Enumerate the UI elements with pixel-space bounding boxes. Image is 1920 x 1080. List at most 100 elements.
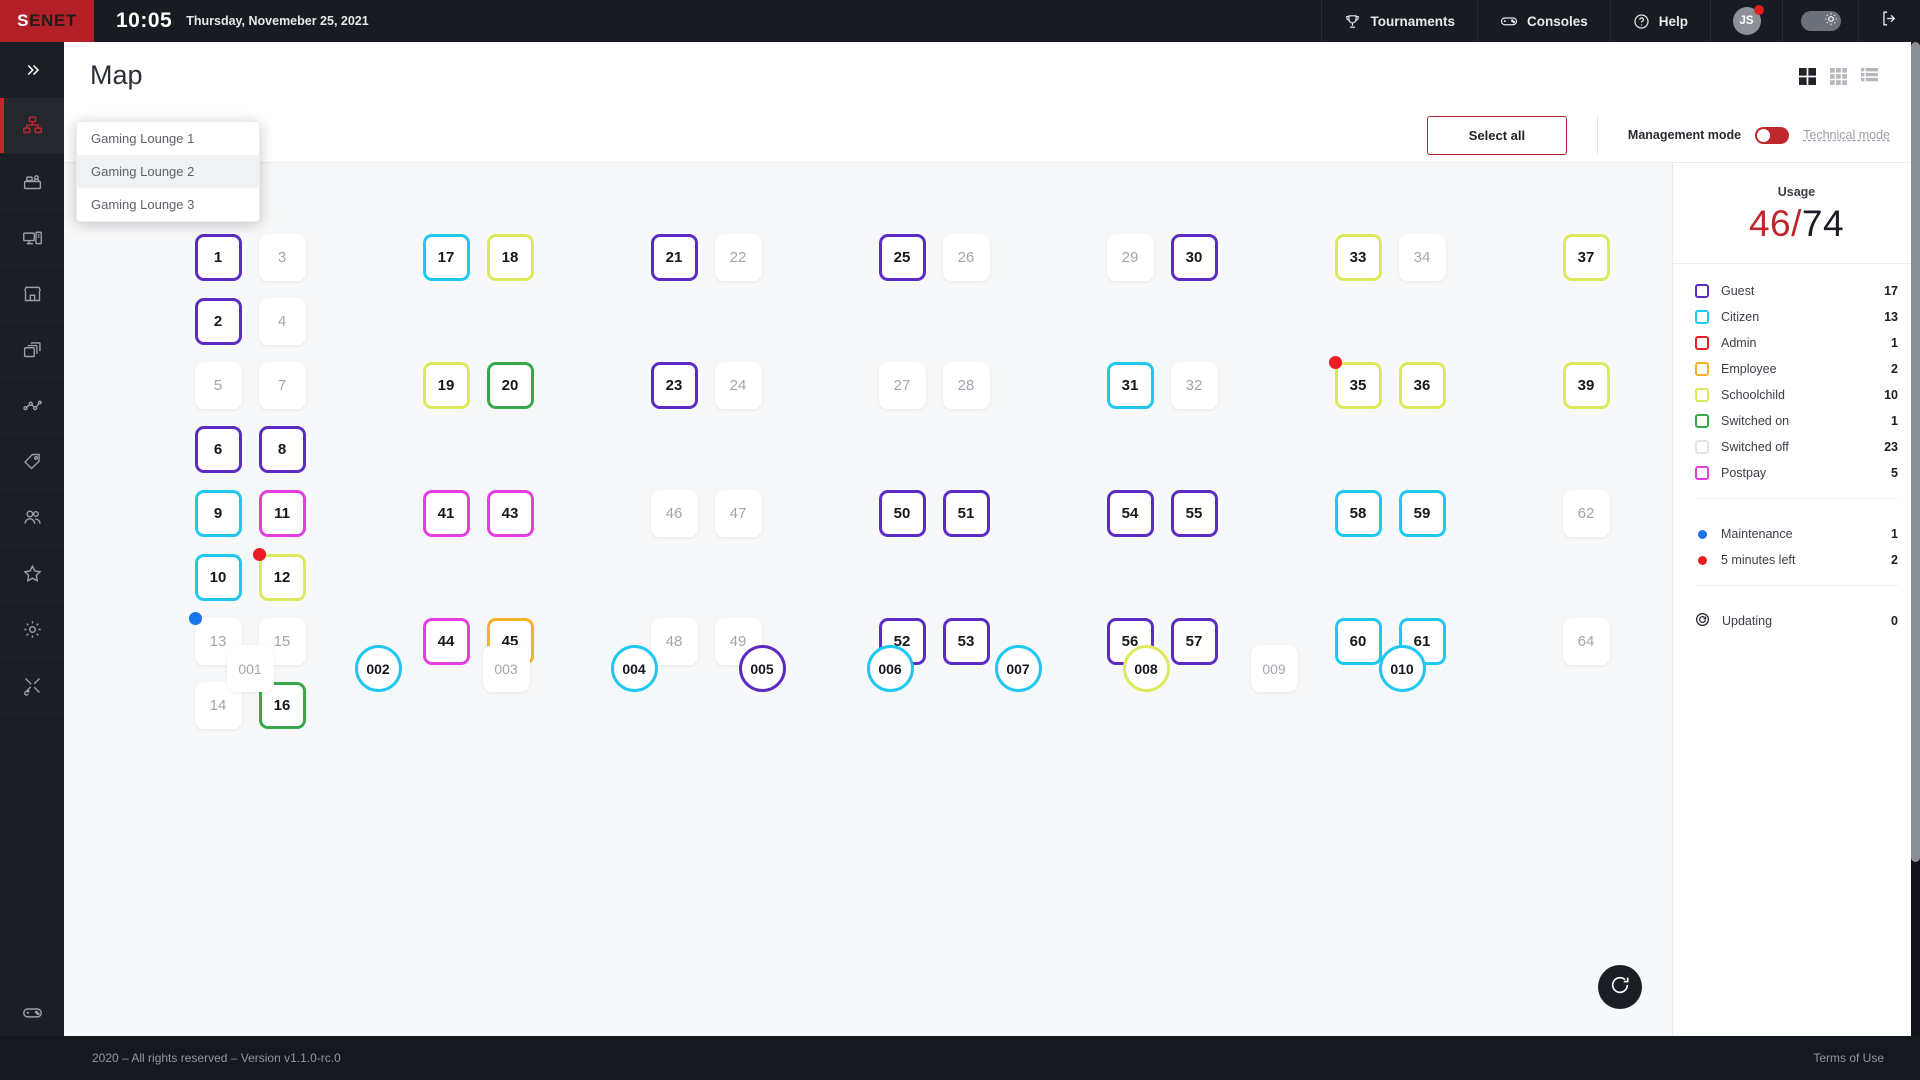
legend-status-row[interactable]: Maintenance 1	[1695, 521, 1898, 547]
view-mode-grid-small[interactable]	[1830, 68, 1847, 90]
station-3[interactable]: 3	[258, 233, 306, 281]
app-logo[interactable]: SENET	[0, 0, 94, 42]
legend-row[interactable]: Employee 2	[1695, 356, 1898, 382]
sidebar-item-games[interactable]	[0, 984, 64, 1040]
station-9[interactable]: 9	[194, 489, 242, 537]
console-001[interactable]: 001	[226, 645, 274, 692]
sidebar-expand-button[interactable]	[0, 42, 64, 98]
station-7[interactable]: 7	[258, 361, 306, 409]
legend-row[interactable]: Citizen 13	[1695, 304, 1898, 330]
station-46[interactable]: 46	[650, 489, 698, 537]
station-39[interactable]: 39	[1562, 361, 1610, 409]
station-31[interactable]: 31	[1106, 361, 1154, 409]
console-006[interactable]: 006	[866, 645, 914, 692]
legend-row[interactable]: Switched on 1	[1695, 408, 1898, 434]
console-005[interactable]: 005	[738, 645, 786, 692]
page-scrollbar[interactable]	[1911, 42, 1920, 1036]
station-62[interactable]: 62	[1562, 489, 1610, 537]
station-21[interactable]: 21	[650, 233, 698, 281]
station-41[interactable]: 41	[422, 489, 470, 537]
view-mode-grid-large[interactable]	[1799, 68, 1816, 90]
sidebar-item-settings[interactable]	[0, 602, 64, 658]
sidebar-item-pricing[interactable]	[0, 434, 64, 490]
station-6[interactable]: 6	[194, 425, 242, 473]
station-51[interactable]: 51	[942, 489, 990, 537]
legend-row[interactable]: Schoolchild 10	[1695, 382, 1898, 408]
nav-help[interactable]: Help	[1609, 0, 1710, 42]
station-4[interactable]: 4	[258, 297, 306, 345]
sidebar-item-shop[interactable]	[0, 266, 64, 322]
scrollbar-thumb[interactable]	[1911, 42, 1920, 862]
station-2[interactable]: 2	[194, 297, 242, 345]
logout-button[interactable]	[1858, 0, 1920, 42]
footer-terms-link[interactable]: Terms of Use	[1813, 1051, 1884, 1065]
station-22[interactable]: 22	[714, 233, 762, 281]
sidebar-item-reception[interactable]	[0, 154, 64, 210]
theme-toggle-button[interactable]	[1782, 0, 1858, 42]
console-010[interactable]: 010	[1378, 645, 1426, 692]
station-35[interactable]: 35	[1328, 355, 1382, 409]
station-28[interactable]: 28	[942, 361, 990, 409]
lounge-option-2[interactable]: Gaming Lounge 2	[77, 155, 259, 188]
station-36[interactable]: 36	[1398, 361, 1446, 409]
legend-row[interactable]: Switched off 23	[1695, 434, 1898, 460]
station-17[interactable]: 17	[422, 233, 470, 281]
legend-status-row[interactable]: 5 minutes left 2	[1695, 547, 1898, 573]
legend-row[interactable]: Guest 17	[1695, 278, 1898, 304]
console-002[interactable]: 002	[354, 645, 402, 692]
station-29[interactable]: 29	[1106, 233, 1154, 281]
console-007[interactable]: 007	[994, 645, 1042, 692]
station-64[interactable]: 64	[1562, 617, 1610, 665]
station-50[interactable]: 50	[878, 489, 926, 537]
station-47[interactable]: 47	[714, 489, 762, 537]
station-30[interactable]: 30	[1170, 233, 1218, 281]
console-003[interactable]: 003	[482, 645, 530, 692]
technical-mode-link[interactable]: Technical mode	[1803, 128, 1890, 142]
lounge-option-1[interactable]: Gaming Lounge 1	[77, 122, 259, 155]
station-32[interactable]: 32	[1170, 361, 1218, 409]
station-19[interactable]: 19	[422, 361, 470, 409]
station-11[interactable]: 11	[258, 489, 306, 537]
sidebar-item-map[interactable]	[0, 98, 64, 154]
lounge-option-3[interactable]: Gaming Lounge 3	[77, 188, 259, 221]
legend-updating-row[interactable]: Updating 0	[1695, 608, 1898, 634]
console-008[interactable]: 008	[1122, 645, 1170, 692]
station-37[interactable]: 37	[1562, 233, 1610, 281]
legend-row[interactable]: Postpay 5	[1695, 460, 1898, 486]
station-18[interactable]: 18	[486, 233, 534, 281]
station-25[interactable]: 25	[878, 233, 926, 281]
sidebar-item-layers[interactable]	[0, 322, 64, 378]
sidebar-item-analytics[interactable]	[0, 378, 64, 434]
refresh-fab-button[interactable]	[1598, 965, 1642, 1009]
user-avatar-button[interactable]: JS	[1710, 0, 1782, 42]
management-mode-toggle[interactable]	[1755, 126, 1790, 144]
station-33[interactable]: 33	[1334, 233, 1382, 281]
station-12[interactable]: 12	[252, 547, 306, 601]
station-1[interactable]: 1	[194, 233, 242, 281]
select-all-button[interactable]: Select all	[1426, 115, 1567, 155]
lounge-dropdown-menu[interactable]: Gaming Lounge 1 Gaming Lounge 2 Gaming Lou…	[76, 121, 260, 222]
station-54[interactable]: 54	[1106, 489, 1154, 537]
sidebar-item-tools[interactable]	[0, 658, 64, 714]
station-34[interactable]: 34	[1398, 233, 1446, 281]
station-10[interactable]: 10	[194, 553, 242, 601]
station-55[interactable]: 55	[1170, 489, 1218, 537]
console-004[interactable]: 004	[610, 645, 658, 692]
sidebar-item-users[interactable]	[0, 490, 64, 546]
station-59[interactable]: 59	[1398, 489, 1446, 537]
console-009[interactable]: 009	[1250, 645, 1298, 692]
legend-row[interactable]: Admin 1	[1695, 330, 1898, 356]
nav-tournaments[interactable]: Tournaments	[1321, 0, 1477, 42]
station-26[interactable]: 26	[942, 233, 990, 281]
station-20[interactable]: 20	[486, 361, 534, 409]
view-mode-list[interactable]	[1861, 68, 1878, 90]
sidebar-item-consoles[interactable]	[0, 210, 64, 266]
station-27[interactable]: 27	[878, 361, 926, 409]
station-5[interactable]: 5	[194, 361, 242, 409]
station-24[interactable]: 24	[714, 361, 762, 409]
station-8[interactable]: 8	[258, 425, 306, 473]
station-23[interactable]: 23	[650, 361, 698, 409]
sidebar-item-favorites[interactable]	[0, 546, 64, 602]
station-43[interactable]: 43	[486, 489, 534, 537]
station-58[interactable]: 58	[1334, 489, 1382, 537]
